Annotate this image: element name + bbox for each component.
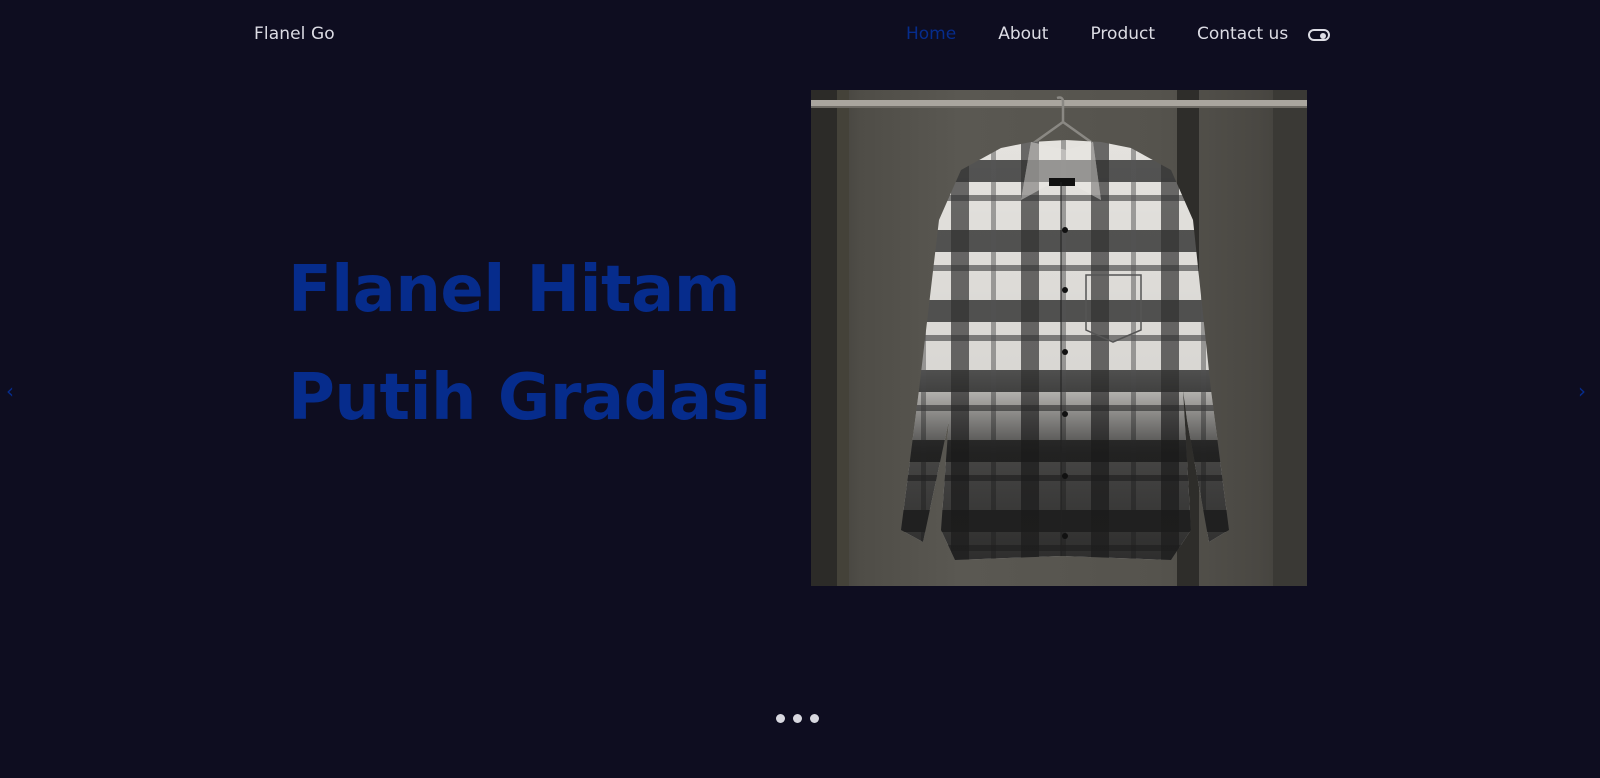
- carousel-dot-2[interactable]: [793, 714, 802, 723]
- nav-link-home[interactable]: Home: [906, 24, 956, 44]
- carousel-prev-chevron-left-icon[interactable]: ‹: [6, 381, 14, 401]
- flannel-shirt-illustration: [811, 90, 1307, 586]
- brand-logo-link[interactable]: Flanel Go: [254, 24, 335, 44]
- hero-title-line-1: Flanel Hitam: [288, 253, 740, 327]
- carousel-dot-3[interactable]: [810, 714, 819, 723]
- nav-link-product[interactable]: Product: [1090, 24, 1155, 44]
- carousel-indicators: [776, 714, 827, 723]
- page: Flanel Go Home About Product Contact us …: [0, 0, 1600, 778]
- nav-links: Home About Product Contact us: [906, 24, 1331, 44]
- hero-title-line-2: Putih Gradasi: [288, 361, 771, 435]
- theme-toggle-icon[interactable]: [1308, 28, 1331, 41]
- hero-title: Flanel Hitam Putih Gradasi: [288, 236, 771, 452]
- hero-product-image: [811, 90, 1307, 586]
- nav-link-about[interactable]: About: [998, 24, 1048, 44]
- nav-link-contact[interactable]: Contact us: [1197, 24, 1288, 44]
- toggle-knob: [1320, 32, 1327, 39]
- carousel-dot-1[interactable]: [776, 714, 785, 723]
- carousel-next-chevron-right-icon[interactable]: ›: [1578, 381, 1586, 401]
- navbar: Flanel Go Home About Product Contact us: [0, 0, 1600, 74]
